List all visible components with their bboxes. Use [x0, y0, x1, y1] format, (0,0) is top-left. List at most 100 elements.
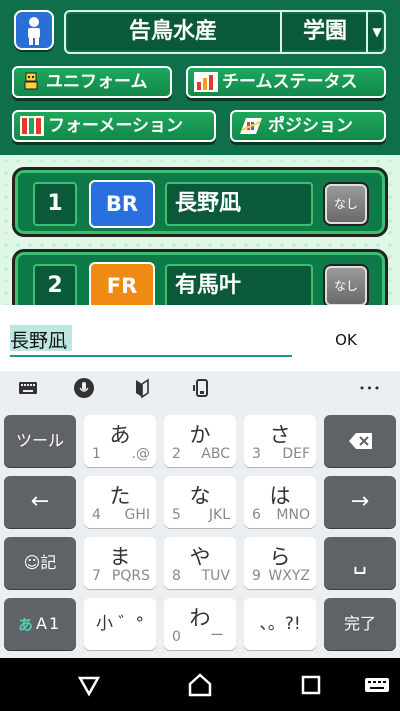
player-name[interactable]: 有馬叶 — [165, 264, 313, 305]
keyboard-toolbar: ••• — [0, 371, 400, 407]
key-ma[interactable]: ま 7 PQRS — [84, 537, 156, 589]
team-division: 学園 — [284, 12, 368, 52]
player-none-button[interactable]: なし — [325, 266, 367, 305]
key-number-label: 0 — [172, 629, 181, 645]
key-a[interactable]: あ 1 .@ — [84, 415, 156, 467]
key-alpha-label: TUV — [201, 568, 230, 584]
uniform-label: ユニフォーム — [46, 72, 148, 92]
cursor-left-key[interactable]: ← — [4, 476, 76, 528]
left-arrow-icon: ← — [30, 489, 50, 514]
key-alpha-label: MNO — [276, 507, 310, 523]
key-main-label: さ — [269, 423, 291, 447]
key-na[interactable]: な 5 JKL — [164, 476, 236, 528]
tools-key[interactable]: ツール — [4, 415, 76, 467]
key-main-label: あ — [109, 423, 131, 447]
player-card[interactable]: 2 FR 有馬叶 なし — [12, 249, 388, 305]
tools-key-label: ツール — [15, 431, 64, 450]
team-row: 告鳥水産 学園 ▼ — [14, 10, 386, 54]
recents-icon[interactable] — [296, 670, 326, 700]
small-dakuten-key[interactable]: 小 ゛° — [84, 598, 156, 650]
player-none-button[interactable]: なし — [325, 184, 367, 224]
key-main-label: や — [189, 545, 211, 569]
more-options-icon[interactable]: ••• — [358, 377, 382, 401]
player-card[interactable]: 1 BR 長野凪 なし — [12, 167, 388, 237]
key-number-label: 3 — [252, 446, 261, 462]
ok-button[interactable]: OK — [318, 323, 374, 357]
cursor-right-key[interactable]: → — [324, 476, 396, 528]
player-position-badge[interactable]: FR — [89, 262, 155, 305]
right-arrow-icon: → — [350, 489, 370, 514]
key-alpha-label: DEF — [282, 446, 310, 462]
key-alpha-label: ー — [210, 628, 224, 644]
player-number: 1 — [33, 182, 77, 226]
person-icon — [28, 17, 40, 45]
key-number-label: 8 — [172, 568, 181, 584]
key-alpha-label: WXYZ — [268, 568, 310, 584]
key-alpha-label: PQRS — [111, 568, 150, 584]
formation-button[interactable]: フォーメーション — [12, 110, 216, 142]
game-screen: 告鳥水産 学園 ▼ ユニフォーム チームステータス フォーメーション ポジション… — [0, 0, 400, 305]
key-alpha-label: .@ — [131, 446, 150, 462]
back-icon[interactable] — [74, 670, 104, 700]
player-number: 2 — [33, 264, 77, 305]
player-position-badge[interactable]: BR — [89, 180, 155, 228]
key-alpha-label: ABC — [201, 446, 230, 462]
key-sa[interactable]: さ 3 DEF — [244, 415, 316, 467]
home-icon[interactable] — [185, 670, 215, 700]
phone-rotate-icon[interactable] — [190, 377, 214, 401]
key-ra[interactable]: ら 9 WXYZ — [244, 537, 316, 589]
keyboard-switch-icon[interactable] — [16, 377, 40, 401]
space-key[interactable]: ␣ — [324, 537, 396, 589]
uniform-character-icon — [20, 72, 42, 92]
chevron-down-icon[interactable]: ▼ — [370, 12, 384, 52]
key-number-label: 1 — [92, 446, 101, 462]
emoji-symbol-key[interactable]: ☺記 — [4, 537, 76, 589]
key-ta[interactable]: た 4 GHI — [84, 476, 156, 528]
player-name[interactable]: 長野凪 — [165, 182, 313, 226]
position-tactic-icon — [238, 116, 262, 136]
key-number-label: 9 — [252, 568, 261, 584]
key-ka[interactable]: か 2 ABC — [164, 415, 236, 467]
key-main-label: か — [189, 423, 211, 447]
space-icon: ␣ — [353, 550, 367, 575]
done-key[interactable]: 完了 — [324, 598, 396, 650]
key-number-label: 5 — [172, 507, 181, 523]
beginner-mark-icon[interactable] — [130, 377, 154, 401]
small-dakuten-label: 小 ゛° — [96, 614, 144, 634]
key-main-label: は — [269, 484, 291, 508]
uniform-button[interactable]: ユニフォーム — [12, 66, 172, 98]
microphone-icon[interactable] — [72, 377, 96, 401]
punctuation-key[interactable]: 、。?! — [244, 598, 316, 650]
key-alpha-label: JKL — [208, 507, 230, 523]
team-status-button[interactable]: チームステータス — [186, 66, 386, 98]
emoji-symbol-label: ☺記 — [23, 553, 57, 572]
key-wa[interactable]: わ 0 ー — [164, 598, 236, 650]
bar-chart-icon — [194, 72, 218, 92]
player-name-input[interactable] — [10, 323, 292, 357]
key-number-label: 7 — [92, 568, 101, 584]
backspace-icon — [349, 433, 372, 449]
team-selector[interactable]: 告鳥水産 学園 ▼ — [64, 10, 386, 54]
formation-label: フォーメーション — [48, 116, 183, 136]
input-mode-key[interactable]: あ A 1 — [4, 598, 76, 650]
key-ha[interactable]: は 6 MNO — [244, 476, 316, 528]
japanese-keyboard: ••• ツール あ 1 .@ か 2 ABC さ 3 DEF ← た 4 GHI… — [0, 371, 400, 658]
done-label: 完了 — [343, 614, 376, 633]
key-main-label: ら — [269, 545, 291, 569]
keyboard-hide-icon[interactable] — [362, 670, 392, 700]
key-ya[interactable]: や 8 TUV — [164, 537, 236, 589]
player-profile-icon[interactable] — [14, 10, 54, 50]
mode-kana-label: あ — [18, 616, 34, 634]
team-header: 告鳥水産 学園 ▼ ユニフォーム チームステータス フォーメーション ポジション — [0, 0, 400, 155]
punctuation-label: 、。?! — [259, 614, 301, 634]
formation-board-icon — [20, 116, 44, 136]
key-main-label: ま — [109, 545, 131, 569]
position-button[interactable]: ポジション — [230, 110, 386, 142]
mode-number-label: 1 — [49, 614, 60, 633]
player-list: 1 BR 長野凪 なし 2 FR 有馬叶 なし — [0, 155, 400, 305]
key-main-label: た — [109, 484, 131, 508]
key-number-label: 6 — [252, 507, 261, 523]
team-status-label: チームステータス — [222, 72, 358, 92]
backspace-key[interactable] — [324, 415, 396, 467]
position-label: ポジション — [268, 116, 353, 136]
